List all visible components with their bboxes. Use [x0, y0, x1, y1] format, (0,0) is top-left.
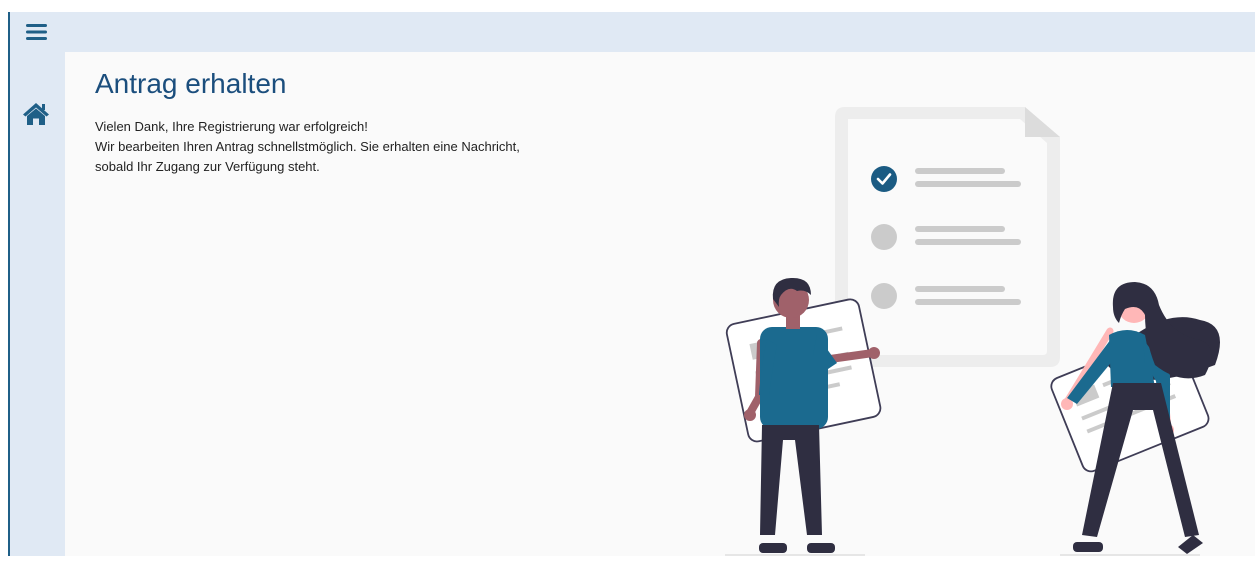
message-line-1: Vielen Dank, Ihre Registrierung war erfo… — [95, 119, 368, 134]
top-bar — [65, 12, 1255, 52]
confirmation-message: Vielen Dank, Ihre Registrierung war erfo… — [95, 117, 520, 177]
unchecked-circle-icon — [871, 283, 897, 309]
checked-circle-icon — [871, 166, 897, 192]
unchecked-circle-icon — [871, 224, 897, 250]
hamburger-menu-icon[interactable] — [24, 21, 49, 43]
home-icon[interactable] — [22, 101, 50, 127]
checklist-document — [835, 107, 1060, 367]
message-line-3: sobald Ihr Zugang zur Verfügung steht. — [95, 159, 320, 174]
message-line-2: Wir bearbeiten Ihren Antrag schnellstmög… — [95, 139, 520, 154]
person-left-illustration — [725, 277, 882, 556]
sidebar — [10, 12, 65, 556]
person-right-illustration — [1050, 282, 1220, 556]
page-title: Antrag erhalten — [95, 68, 287, 99]
application-received-illustration — [715, 95, 1235, 556]
